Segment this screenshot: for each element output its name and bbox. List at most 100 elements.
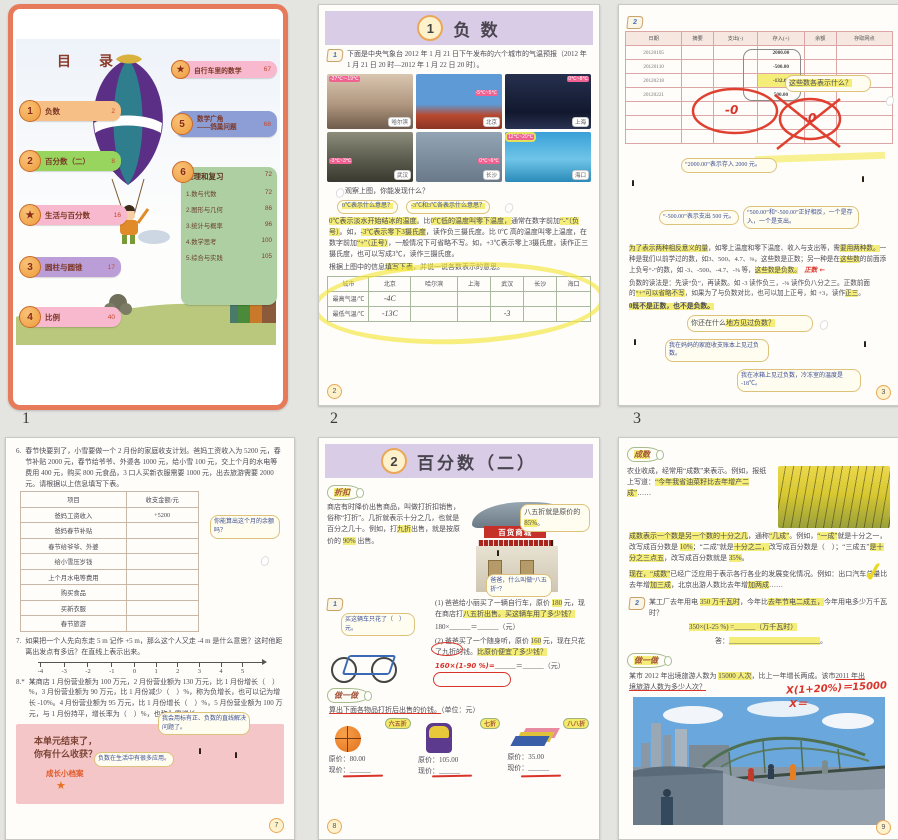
fairy-icon — [498, 200, 510, 214]
temp-label: -27℃~-19℃ — [329, 76, 360, 82]
observe-question: 观察上图，你能发现什么？ — [345, 186, 429, 197]
toc-item-shenghuo: ★ 生活与百分数 16 — [23, 205, 127, 225]
bubble-opposite: “500.00”和“-500.00”正好相反，一个是存入，一个是支出。 — [743, 206, 859, 229]
chapter-title: 百分数（二） — [417, 449, 537, 474]
problem-8-number: 8.* — [16, 677, 25, 720]
girl-figure — [236, 754, 256, 796]
backpack-icon — [426, 723, 452, 753]
exercise-number-badge: 1 — [326, 598, 343, 611]
problem-6-text: 春节快要到了，小雪要做一个 2 月份的家庭收支计划。爸妈工资收入为 5200 元… — [25, 446, 284, 489]
temperature-table: 城市北京哈尔滨上海武汉长沙海口最高气温/℃-4C最低气温/℃-13C-3 — [327, 276, 590, 322]
page-number: 2 — [327, 384, 342, 399]
toc-item-zixingche: ★ 自行车里的数学 67 — [175, 61, 277, 78]
problem-7-number: 7. — [16, 636, 21, 658]
bubble-85-percent: 八五折就是原价的 85%。 — [520, 504, 590, 532]
budget-table: 项目收支金额/元爸妈工资收入+5200爸妈春节补贴春节给爷爷、外婆给小雪压岁钱上… — [20, 491, 199, 632]
boy-figure — [200, 750, 220, 792]
books-icon — [511, 736, 550, 746]
problem-2-formula: 350×(1-25 %) =______（万千瓦时） — [689, 622, 898, 633]
kids-discussion: “2000.00”表示存入 2000 元。 “-500.00”表示支出 500 … — [625, 148, 893, 242]
store-illustration: 百货商城 八五折就是原价的 85%。 爸爸，什么叫做“八五折”？ — [468, 502, 588, 598]
number-line: -4-3-2-1012345 — [38, 662, 263, 675]
photo-changsha: 0℃~6℃ 长沙 — [416, 132, 502, 182]
bubble-where-else: 你还在什么地方见过负数？ — [687, 315, 813, 332]
temperature-paragraph: 0℃表示淡水开始结冰的温度。比0℃低的温度叫零下温度，通常在数字前加“-”（负号… — [329, 216, 589, 261]
boy-figure — [635, 341, 655, 383]
girl-figure-2 — [863, 178, 883, 220]
toc-title: 目录 — [57, 51, 141, 71]
red-handwriting-x: X＝ — [789, 695, 807, 710]
page-number: 8 — [327, 819, 342, 834]
red-circle-formula — [433, 672, 511, 687]
red-mark-2: -0 — [803, 111, 816, 125]
bubble-what-do-numbers-mean: 这些数各表示什么？ — [785, 75, 871, 92]
page-number: 3 — [876, 385, 891, 400]
unit-summary-box: 本单元结束了， 你有什么收获？ 成长小档案 ★ 我会用标有正、负数的直线解决问题… — [16, 724, 284, 804]
exercise-number-badge: 2 — [628, 597, 645, 610]
photo-haikou: 12℃~20℃ 海口 — [505, 132, 591, 182]
bubble-number-line-skill: 我会用标有正、负数的直线解决问题了。 — [158, 712, 250, 735]
father-figure — [552, 542, 572, 584]
toc-item-bili: 4 比例 40 — [23, 307, 121, 327]
thumbnail-page-toc[interactable]: 目录 1 负数 2 2 百分数（二） 8 ★ 生活与百分数 16 3 圆柱与圆锥… — [8, 4, 288, 410]
fairy-icon — [254, 553, 266, 567]
exercise-number-badge: 1 — [326, 49, 343, 62]
toc-item-baifenshu: 2 百分数（二） 8 — [23, 151, 121, 171]
where-else-discussion: 你还在什么地方见过负数？ 我在妈妈的家庭收支账本上见过负数。 我在冰箱上见过负数… — [625, 315, 893, 399]
chengshu-usage: 现在，“成数”已经广泛应用于表示各行各业的发展变化情况。例如：出口汽车总量比去年… — [629, 569, 889, 591]
chapter-header: 2 百分数（二） — [325, 444, 593, 478]
practice-prompt: 算出下面各物品打折后出售的价钱。（单位：元） — [329, 705, 589, 716]
reading-rule-paragraph: 负数的读法是：先读“负”，再读数。如 -3 读作负三，-⅜ 读作负八分之三。正数… — [629, 279, 889, 300]
page-number: 7 — [269, 818, 284, 833]
speech-bubble-zero: 0℃表示什么意思？ — [337, 200, 398, 214]
chapter-number-badge: 2 — [381, 448, 407, 474]
basketball-icon — [335, 726, 361, 752]
girl-figure — [775, 164, 795, 206]
problem-6-number: 6. — [16, 446, 21, 489]
chapter-title: 负 数 — [453, 16, 500, 41]
thumbnail-page-fushu[interactable]: 1 负 数 1 下面是中央气象台 2012 年 1 月 21 日下午发布的六个城… — [318, 4, 600, 406]
photo-shanghai: 0℃~8℃ 上海 — [505, 74, 591, 129]
chengshu-intro: 农业收成，经常用“成数”来表示。例如，报纸上写道：“今年我省油菜籽比去年增产二成… — [627, 466, 772, 528]
photo-wuhan: -3℃~3℃ 武汉 — [327, 132, 413, 182]
rapeseed-photo — [778, 466, 890, 528]
discount-paragraph: 商店有时降价出售商品，叫做打折扣销售，俗称“打折”。几折就表示十分之几，也就是百… — [327, 502, 464, 598]
bubble-freezer: 我在冰箱上见过负数，冷冻室的温度是 -18℃。 — [737, 369, 861, 392]
toc-item-shuxueguangjiao: 5 数学广角——鸽巢问题 68 — [175, 111, 277, 137]
bubble-deposit-2000: “2000.00”表示存入 2000 元。 — [681, 158, 777, 173]
bubble-balance-question: 你能算出这个月的余额吗？ — [210, 515, 280, 538]
formula-2: 160×(1-90 %)=______＝______（元） — [435, 661, 591, 672]
thumbnail-page-fushu-3[interactable]: 2 日期摘要支出(-)存入(+)余额存取网点201201052000.00201… — [618, 4, 898, 406]
toc-item-fushu: 1 负数 2 — [23, 101, 121, 121]
thumbnail-label-3: 3 — [633, 410, 641, 428]
bubble-account-book: 我在妈妈的家庭收支账本上见过负数。 — [665, 339, 769, 362]
bubble-withdraw-500: “-500.00”表示支出 500 元。 — [659, 210, 739, 225]
toc-item-review: 6 整理和复习72 1.数与代数72 2.图形与几何86 3.统计与概率96 4… — [181, 167, 277, 305]
thumbnail-page-chengshu[interactable]: 成数 农业收成，经常用“成数”来表示。例如，报纸上写道：“今年我省油菜籽比去年增… — [618, 437, 898, 840]
fairy-icon — [879, 93, 891, 107]
red-mark-1: -0 — [725, 103, 738, 117]
page-number: 9 — [876, 820, 891, 835]
zero-rule: 0既不是正数，也不是负数。 — [629, 302, 889, 313]
product-books: 八八折 原价：35.00 现价：______ — [507, 718, 589, 777]
discount-chip: 六五折 — [385, 718, 411, 729]
thumbnail-page-baifenshu[interactable]: 2 百分数（二） 折扣 商店有时降价出售商品，叫做打折扣销售，俗称“打折”。几折… — [318, 437, 600, 840]
toc-review-sub: 1.数与代数72 — [186, 189, 272, 198]
bubble-bike-cost: 买这辆车只花了（ ）元。 — [341, 613, 415, 636]
toc-item-number: 1 — [19, 100, 41, 122]
practice-label: 做一做 — [327, 688, 369, 703]
toc-review-sub: 3.统计与概率96 — [186, 221, 272, 230]
speech-bubble-minus3: -3℃和3℃各表示什么意思？ — [406, 200, 490, 214]
thumbnail-page-exercises[interactable]: 6. 春节快要到了，小雪要做一个 2 月份的家庭收支计划。爸妈工资收入为 520… — [5, 437, 295, 840]
bubble-what-is-discount: 爸爸，什么叫做“八五折”？ — [486, 574, 552, 597]
practice-label: 做一做 — [627, 653, 669, 668]
product-backpack: 七折 原价：105.00 现价：______ — [418, 718, 500, 777]
fairy-icon — [813, 317, 825, 331]
photo-haerbin: -27℃~-19℃ 哈尔滨 — [327, 74, 413, 129]
toc-review-sub: 4.数学思考100 — [186, 237, 272, 246]
chapter-header: 1 负 数 — [325, 11, 593, 45]
chengshu-definition: 成数表示一个数是另一个数的十分之几，通称“几成”。例如，“一成”就是十分之一，改… — [629, 531, 889, 565]
product-basketball: 六五折 原价：80.00 现价：______ — [329, 718, 411, 777]
chengshu-section-label: 成数 — [627, 447, 661, 462]
fairy-icon — [329, 185, 341, 199]
